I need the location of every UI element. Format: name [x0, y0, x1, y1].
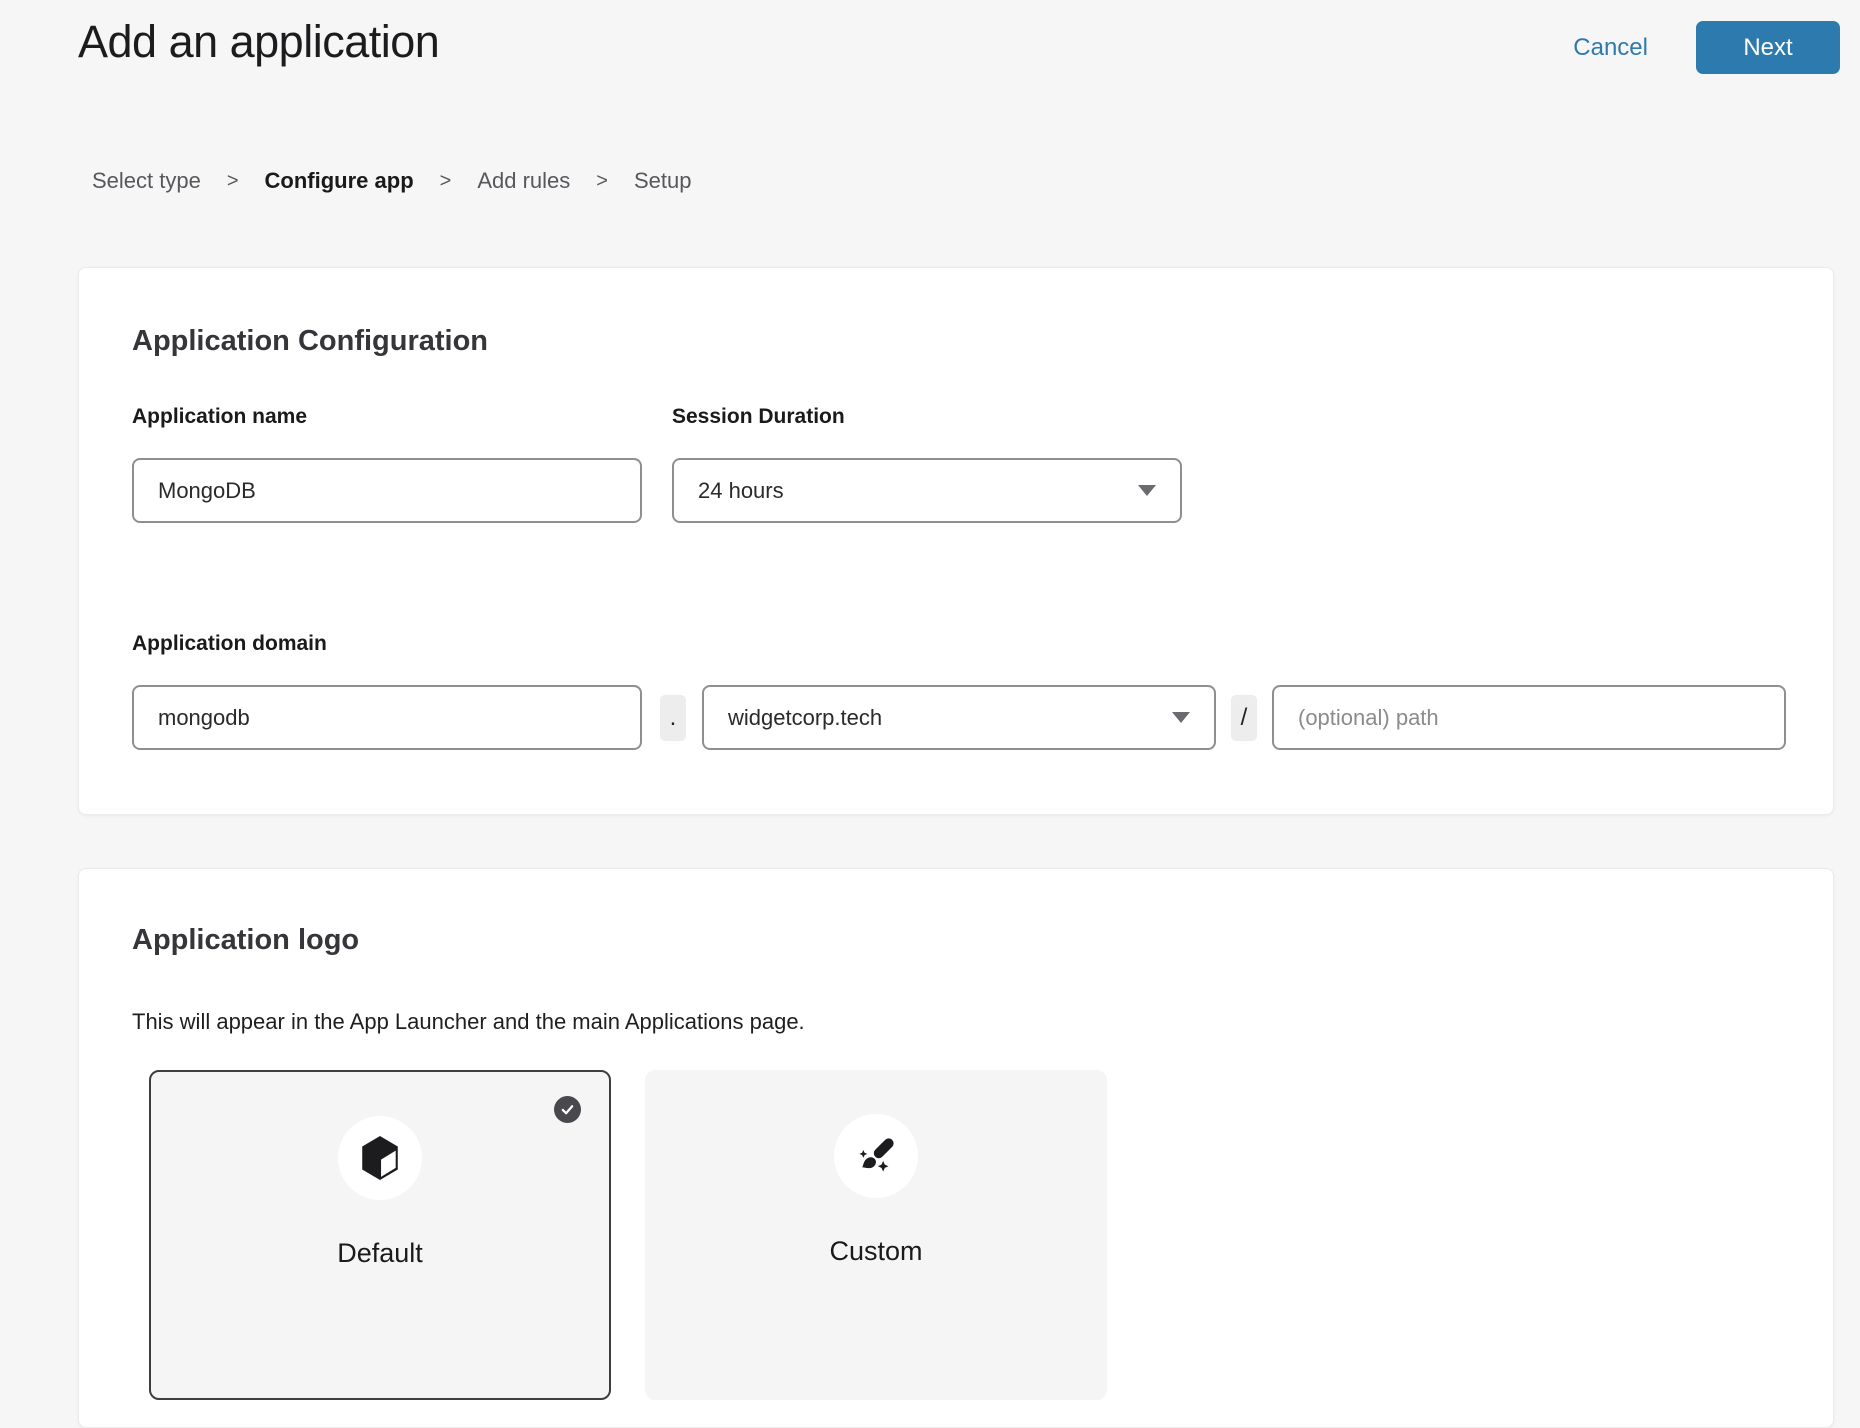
- next-button[interactable]: Next: [1696, 21, 1840, 74]
- domain-select-value: widgetcorp.tech: [728, 705, 882, 731]
- logo-description: This will appear in the App Launcher and…: [132, 1009, 805, 1035]
- cube-icon: [338, 1116, 422, 1200]
- logo-option-label: Default: [151, 1238, 609, 1269]
- application-configuration-card: Application Configuration Application na…: [78, 267, 1834, 815]
- slash-separator: /: [1231, 695, 1257, 741]
- breadcrumb-separator: >: [440, 170, 452, 193]
- application-name-input[interactable]: [132, 458, 642, 523]
- configuration-heading: Application Configuration: [132, 325, 488, 358]
- selected-check-icon: [554, 1096, 581, 1123]
- step-configure-app[interactable]: Configure app: [265, 168, 414, 194]
- cancel-button[interactable]: Cancel: [1573, 34, 1648, 62]
- session-duration-select[interactable]: 24 hours: [672, 458, 1182, 523]
- breadcrumb-separator: >: [596, 170, 608, 193]
- breadcrumb: Select type > Configure app > Add rules …: [92, 168, 691, 194]
- session-duration-value: 24 hours: [698, 478, 784, 504]
- step-add-rules[interactable]: Add rules: [477, 168, 570, 194]
- breadcrumb-separator: >: [227, 170, 239, 193]
- logo-heading: Application logo: [132, 924, 359, 957]
- application-logo-card: Application logo This will appear in the…: [78, 868, 1834, 1428]
- page-title: Add an application: [78, 16, 439, 68]
- logo-option-custom[interactable]: Custom: [645, 1070, 1107, 1400]
- domain-select[interactable]: widgetcorp.tech: [702, 685, 1216, 750]
- application-name-label: Application name: [132, 405, 307, 429]
- logo-option-label: Custom: [645, 1236, 1107, 1267]
- chevron-down-icon: [1138, 485, 1156, 496]
- application-domain-label: Application domain: [132, 632, 327, 656]
- step-select-type[interactable]: Select type: [92, 168, 201, 194]
- paintbrush-icon: [834, 1114, 918, 1198]
- header-actions: Cancel Next: [1573, 21, 1840, 74]
- logo-option-default[interactable]: Default: [149, 1070, 611, 1400]
- add-application-page: Add an application Cancel Next Select ty…: [0, 0, 1860, 1256]
- session-duration-label: Session Duration: [672, 405, 845, 429]
- dot-separator: .: [660, 695, 686, 741]
- path-input[interactable]: [1272, 685, 1786, 750]
- chevron-down-icon: [1172, 712, 1190, 723]
- step-setup[interactable]: Setup: [634, 168, 692, 194]
- subdomain-input[interactable]: [132, 685, 642, 750]
